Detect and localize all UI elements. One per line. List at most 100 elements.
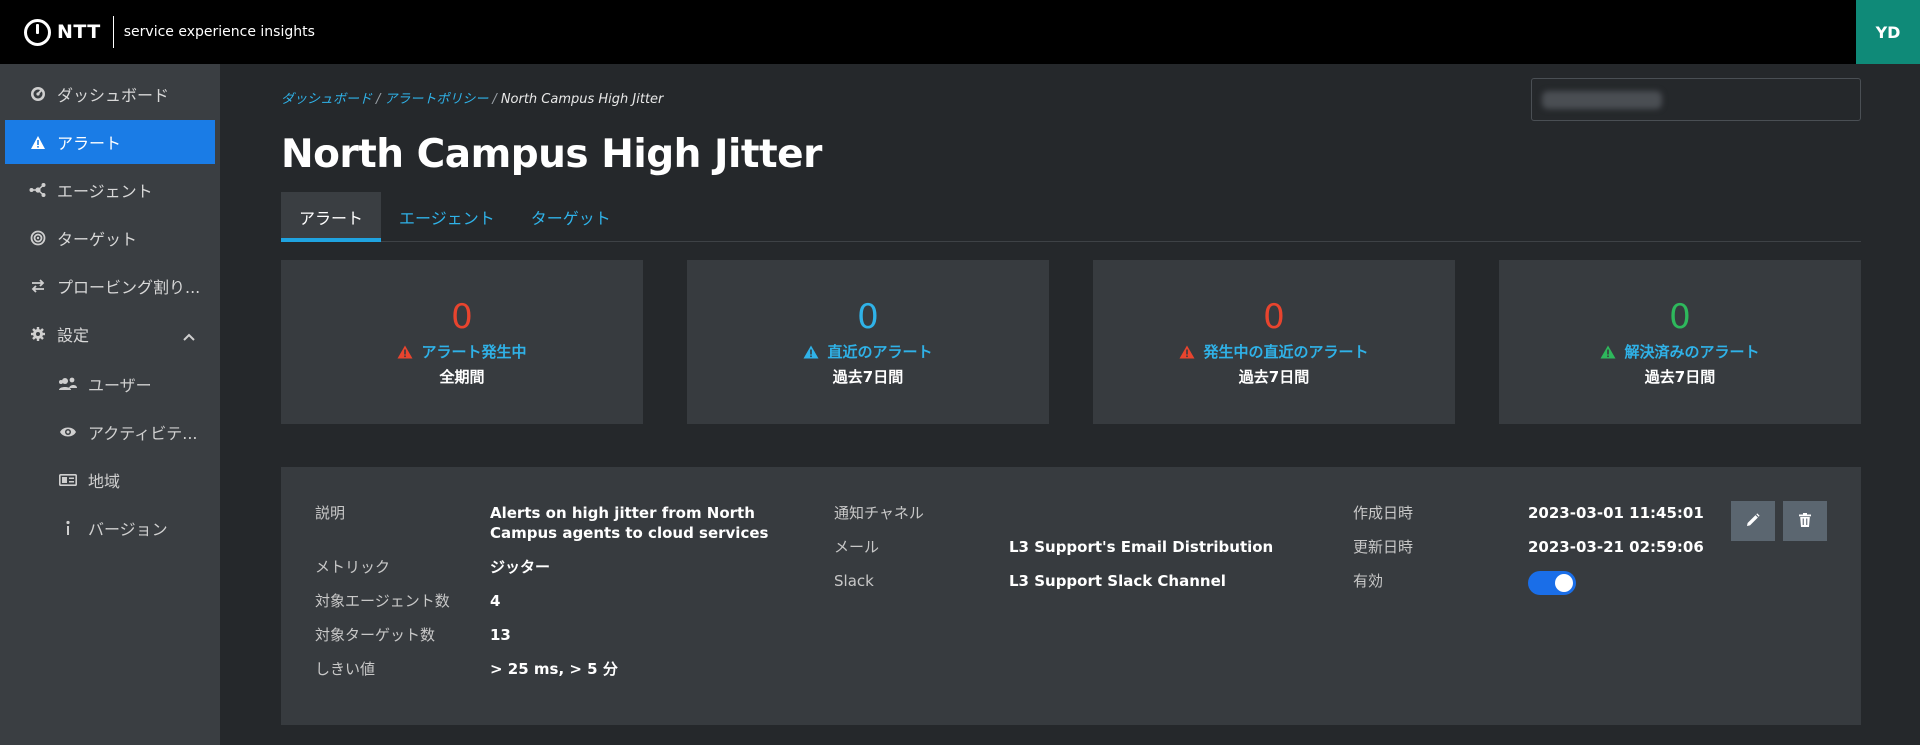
stat-period: 過去7日間 [1644, 368, 1716, 386]
id-card-icon [58, 471, 78, 489]
detail-row-channel: 通知チャネル [834, 503, 1314, 523]
sidebar-item-label: エージェント [57, 182, 153, 201]
edit-button[interactable] [1731, 501, 1775, 541]
trash-icon [1799, 512, 1811, 531]
detail-row-created: 作成日時 2023-03-01 11:45:01 [1353, 503, 1713, 523]
detail-row-agents: 対象エージェント数 4 [315, 591, 795, 611]
sidebar-item-label: アクティビテ... [88, 424, 198, 443]
stat-label: 解決済みのアラート [1600, 341, 1760, 362]
policy-details-panel: 説明 Alerts on high jitter from North Camp… [281, 467, 1861, 725]
tab-agents[interactable]: エージェント [381, 192, 513, 242]
user-avatar[interactable]: YD [1856, 0, 1920, 64]
ntt-logo-icon [24, 18, 51, 46]
updated-value: 2023-03-21 02:59:06 [1528, 538, 1704, 556]
detail-row-metric: メトリック ジッター [315, 557, 795, 577]
description-value: Alerts on high jitter from North Campus … [490, 504, 769, 542]
tab-targets[interactable]: ターゲット [513, 192, 629, 242]
eye-icon [58, 423, 78, 441]
swap-icon [29, 277, 47, 295]
stat-card-active-alerts[interactable]: 0 アラート発生中 全期間 [281, 260, 643, 424]
stat-label: アラート発生中 [397, 341, 527, 362]
sidebar-item-label: ターゲット [57, 230, 138, 249]
sidebar-item-dashboard[interactable]: ダッシュボード [5, 72, 215, 116]
targets-count-value: 13 [490, 626, 511, 644]
stats-row: 0 アラート発生中 全期間 0 直近のアラート 過去7日間 0 発生中の直近のア… [281, 260, 1861, 424]
stat-value: 0 [857, 297, 879, 337]
created-value: 2023-03-01 11:45:01 [1528, 504, 1704, 522]
breadcrumb: ダッシュボード / アラートポリシー / North Campus High Jitte… [281, 88, 663, 107]
sidebar-item-label: ダッシュボード [57, 86, 170, 105]
delete-button[interactable] [1783, 501, 1827, 541]
mail-label: メール [834, 538, 880, 556]
enabled-label: 有効 [1353, 572, 1384, 590]
description-label: 説明 [315, 504, 346, 522]
stat-period: 過去7日間 [1238, 368, 1310, 386]
sidebar-item-version[interactable]: バージョン [0, 504, 220, 552]
warning-icon [1600, 345, 1616, 359]
sidebar-item-settings[interactable]: 設定 [5, 312, 215, 356]
sidebar-item-label: ユーザー [88, 376, 152, 395]
detail-row-threshold: しきい値 > 25 ms, > 5 分 [315, 659, 795, 679]
product-name: service experience insights [123, 24, 315, 40]
stat-label-text: 発生中の直近のアラート [1203, 343, 1369, 361]
tab-alerts[interactable]: アラート [281, 192, 382, 242]
breadcrumb-alert-policy[interactable]: アラートポリシー [384, 92, 488, 107]
threshold-value: > 25 ms, > 5 分 [490, 660, 618, 678]
users-icon [58, 375, 78, 393]
sidebar-item-users[interactable]: ユーザー [0, 360, 220, 408]
detail-row-updated: 更新日時 2023-03-21 02:59:06 [1353, 537, 1713, 557]
sidebar-item-label: バージョン [88, 520, 168, 539]
agents-count-label: 対象エージェント数 [315, 592, 450, 610]
sidebar-item-activity[interactable]: アクティビテ... [0, 408, 220, 456]
details-column-meta: 作成日時 2023-03-01 11:45:01 更新日時 2023-03-21… [1353, 503, 1713, 609]
target-icon [29, 229, 47, 247]
stat-label-text: 解決済みのアラート [1624, 343, 1760, 361]
brand-name: NTT [57, 21, 101, 43]
blurred-search-text [1542, 91, 1662, 109]
chevron-up-icon[interactable] [183, 326, 195, 345]
stat-card-resolved-alerts[interactable]: 0 解決済みのアラート 過去7日間 [1499, 260, 1861, 424]
sidebar-item-label: アラート [57, 134, 122, 153]
sidebar-item-label: 地域 [88, 472, 121, 491]
sidebar-item-label: 設定 [57, 326, 90, 345]
breadcrumb-dashboard[interactable]: ダッシュボード [281, 92, 372, 107]
stat-period: 過去7日間 [832, 368, 904, 386]
sidebar-item-region[interactable]: 地域 [0, 456, 220, 504]
sidebar-item-targets[interactable]: ターゲット [5, 216, 215, 260]
stat-label: 発生中の直近のアラート [1179, 341, 1369, 362]
enabled-toggle[interactable] [1528, 571, 1576, 595]
details-column-general: 説明 Alerts on high jitter from North Camp… [315, 503, 795, 693]
mail-value: L3 Support's Email Distribution [1009, 538, 1274, 556]
sidebar-item-probing[interactable]: プロービング割り... [5, 264, 215, 308]
ntt-logo[interactable]: NTT service experience insights [24, 16, 315, 48]
slack-label: Slack [834, 572, 874, 590]
detail-row-targets: 対象ターゲット数 13 [315, 625, 795, 645]
targets-count-label: 対象ターゲット数 [315, 626, 436, 644]
warning-icon [803, 345, 819, 359]
agents-icon [29, 181, 47, 199]
gear-icon [29, 325, 47, 343]
stat-value: 0 [1669, 297, 1691, 337]
tab-bar: アラート エージェント ターゲット [281, 192, 1861, 242]
stat-value: 0 [1263, 297, 1285, 337]
detail-row-description: 説明 Alerts on high jitter from North Camp… [315, 503, 795, 543]
stat-card-recent-alerts[interactable]: 0 直近のアラート 過去7日間 [687, 260, 1049, 424]
slack-value: L3 Support Slack Channel [1009, 572, 1226, 590]
breadcrumb-separator: / [376, 92, 381, 107]
warning-icon [397, 345, 413, 359]
updated-label: 更新日時 [1353, 538, 1414, 556]
details-column-notifications: 通知チャネル メール L3 Support's Email Distributi… [834, 503, 1314, 605]
warning-icon [29, 133, 47, 151]
search-input[interactable] [1531, 78, 1861, 121]
sidebar: ダッシュボード アラート エージェント ターゲット プロービング割り... 設定 [0, 64, 220, 745]
warning-icon [1179, 345, 1195, 359]
created-label: 作成日時 [1353, 504, 1414, 522]
sidebar-item-alerts[interactable]: アラート [5, 120, 215, 164]
detail-row-mail: メール L3 Support's Email Distribution [834, 537, 1314, 557]
dashboard-icon [29, 85, 47, 103]
stat-label-text: アラート発生中 [421, 343, 527, 361]
sidebar-item-agents[interactable]: エージェント [5, 168, 215, 212]
pencil-icon [1746, 512, 1760, 531]
stat-card-active-recent-alerts[interactable]: 0 発生中の直近のアラート 過去7日間 [1093, 260, 1455, 424]
notification-channel-label: 通知チャネル [834, 504, 924, 522]
